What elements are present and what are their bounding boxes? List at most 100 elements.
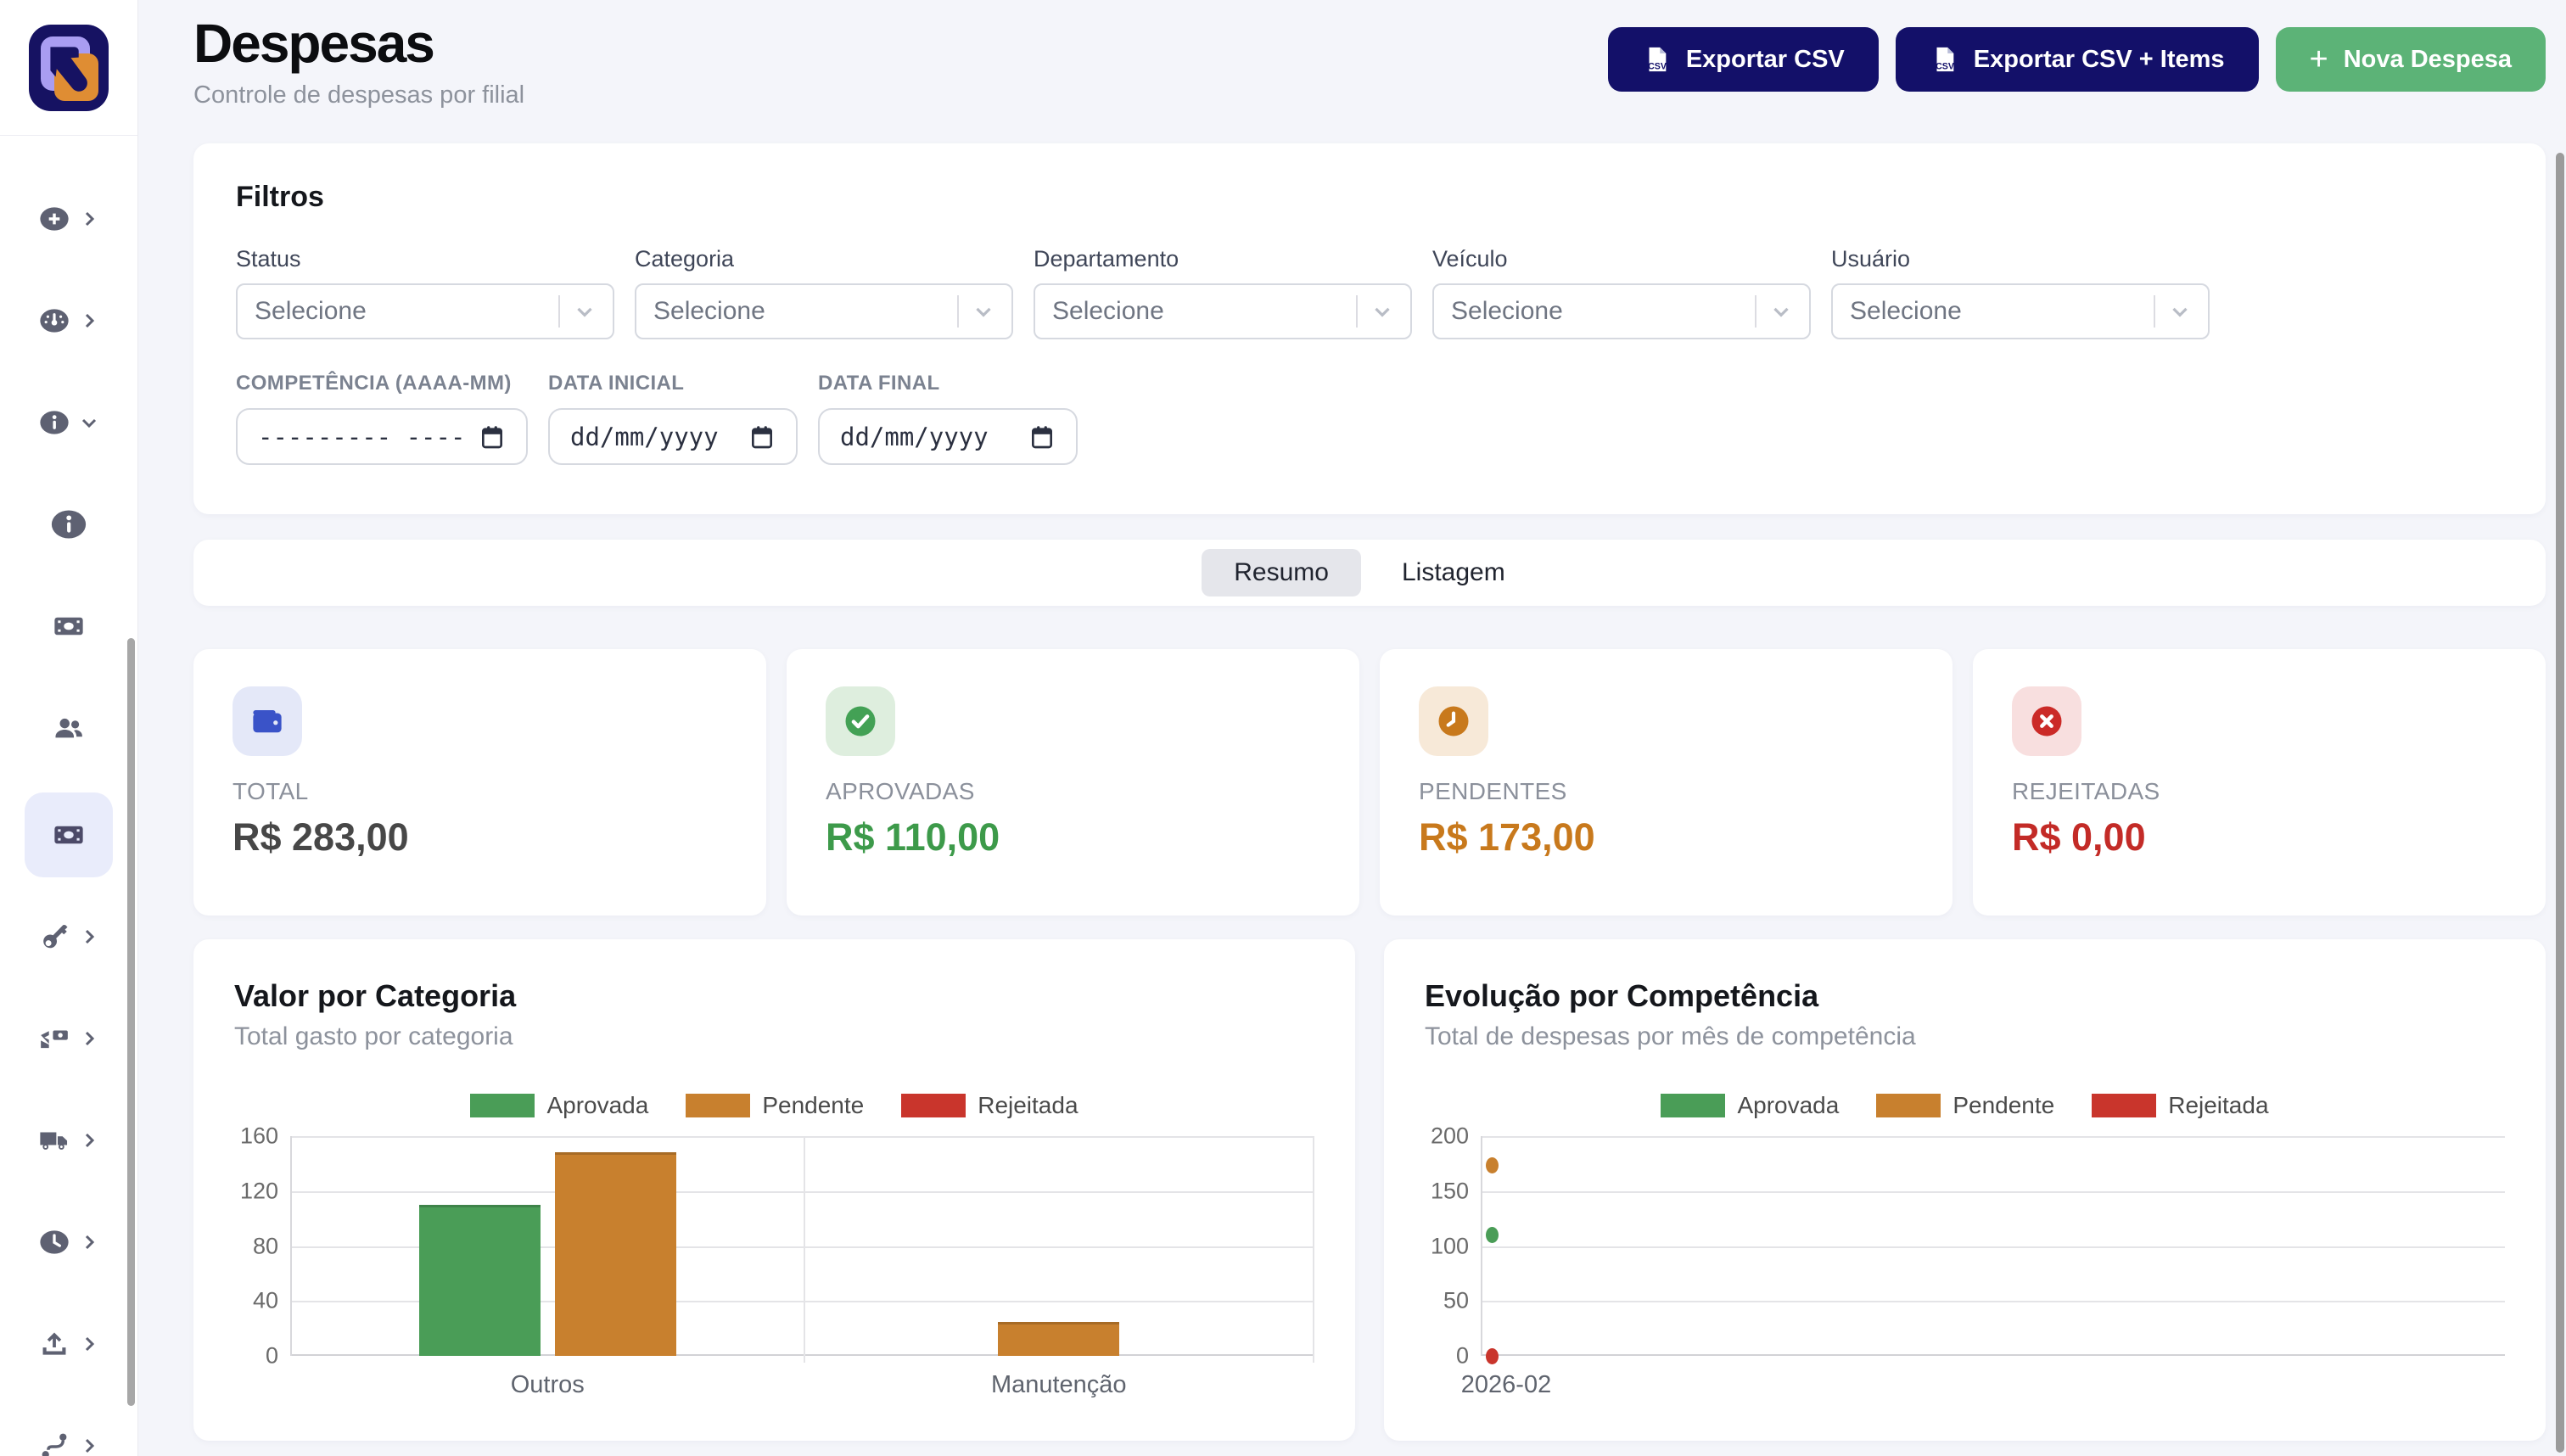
chevron-right-icon	[79, 927, 99, 947]
new-expense-button[interactable]: + Nova Despesa	[2276, 27, 2546, 92]
logo-wrap	[0, 0, 137, 136]
export-csv-button[interactable]: CSV Exportar CSV	[1608, 27, 1879, 92]
filter-categoria: Categoria Selecione	[635, 246, 1013, 339]
stat-card-total: TOTAL R$ 283,00	[193, 649, 766, 916]
chevron-down-icon	[572, 299, 597, 324]
stat-value: R$ 0,00	[2012, 815, 2507, 860]
sidebar-item-users[interactable]	[22, 691, 115, 765]
bar-group-manutencao	[804, 1136, 1315, 1356]
chevron-down-icon	[1370, 299, 1395, 324]
sidebar-item-upload[interactable]	[22, 1307, 115, 1381]
chevron-right-icon	[79, 1130, 99, 1151]
charts-row: Valor por Categoria Total gasto por cate…	[193, 939, 2546, 1441]
chevron-right-icon	[79, 1436, 99, 1456]
sidebar-item-expenses-active[interactable]	[25, 792, 113, 877]
status-select[interactable]: Selecione	[236, 283, 614, 339]
sidebar-item-info[interactable]	[22, 487, 115, 562]
legend-item[interactable]: Rejeitada	[901, 1092, 1078, 1119]
chevron-down-icon	[2167, 299, 2193, 324]
legend-item[interactable]: Aprovada	[470, 1092, 648, 1119]
sidebar-scrollbar[interactable]	[127, 638, 135, 1406]
export-csv-items-button[interactable]: CSV Exportar CSV + Items	[1896, 27, 2259, 92]
circle-info-icon	[38, 406, 70, 439]
x-axis-labels: Outros Manutenção	[292, 1371, 1314, 1399]
tab-resumo[interactable]: Resumo	[1202, 549, 1361, 596]
sidebar-item-clock[interactable]	[22, 1205, 115, 1280]
sidebar-item-money-send[interactable]	[22, 1001, 115, 1076]
data-final-label: DATA FINAL	[818, 372, 1078, 395]
chevron-right-icon	[79, 1334, 99, 1354]
competencia-input[interactable]: --------- ----	[236, 408, 528, 465]
legend-label: Aprovada	[546, 1092, 648, 1119]
data-point-aprovada	[1486, 1227, 1499, 1243]
bar-plot-area	[290, 1136, 1314, 1356]
filter-departamento-label: Departamento	[1034, 246, 1412, 272]
y-tick: 50	[1443, 1288, 1469, 1314]
file-csv-icon: CSV	[1930, 45, 1958, 74]
veiculo-select-value: Selecione	[1451, 297, 1563, 326]
competencia-value: --------- ----	[258, 423, 465, 451]
sidebar-item-gauge[interactable]	[22, 283, 115, 358]
chart-subtitle: Total gasto por categoria	[234, 1022, 1314, 1051]
sidebar	[0, 0, 138, 1456]
sidebar-item-route[interactable]	[22, 1408, 115, 1456]
header-actions: CSV Exportar CSV CSV Exportar CSV + Item…	[1608, 27, 2546, 92]
scatter-plot-area	[1481, 1136, 2505, 1356]
data-point-pendente	[1486, 1157, 1499, 1173]
data-final-input[interactable]: dd/mm/yyyy	[818, 408, 1078, 465]
page-scrollbar[interactable]	[2556, 153, 2564, 1453]
sidebar-item-truck[interactable]	[22, 1103, 115, 1178]
stat-card-rejeitadas: REJEITADAS R$ 0,00	[1973, 649, 2546, 916]
sidebar-item-circle-plus[interactable]	[22, 182, 115, 256]
departamento-select[interactable]: Selecione	[1034, 283, 1412, 339]
key-icon	[38, 921, 70, 953]
gauge-icon	[38, 305, 70, 337]
x-label-outros: Outros	[292, 1371, 804, 1399]
sidebar-item-key[interactable]	[22, 899, 115, 974]
stat-value: R$ 110,00	[826, 815, 1320, 860]
usuario-select[interactable]: Selecione	[1831, 283, 2210, 339]
bar-group-outros	[292, 1136, 804, 1356]
filter-departamento: Departamento Selecione	[1034, 246, 1412, 339]
sidebar-item-banknote[interactable]	[22, 589, 115, 664]
filters-card: Filtros Status Selecione Categoria Selec…	[193, 143, 2546, 514]
page-subtitle: Controle de despesas por filial	[193, 81, 524, 109]
legend-item[interactable]: Pendente	[1876, 1092, 2054, 1119]
filter-data-inicial: DATA INICIAL dd/mm/yyyy	[548, 372, 798, 465]
calendar-icon[interactable]	[479, 423, 506, 451]
stat-value: R$ 173,00	[1419, 815, 1913, 860]
clock-icon	[1419, 686, 1488, 756]
status-select-value: Selecione	[255, 297, 367, 326]
data-inicial-value: dd/mm/yyyy	[570, 423, 719, 451]
check-circle-icon	[826, 686, 895, 756]
y-axis-ticks: 160 120 80 40 0	[234, 1136, 290, 1356]
x-label-manutencao: Manutenção	[804, 1371, 1315, 1399]
chart-legend: Aprovada Pendente Rejeitada	[1425, 1092, 2505, 1119]
page-title: Despesas	[193, 12, 524, 75]
file-csv-icon: CSV	[1642, 45, 1671, 74]
bar-pendente-outros	[555, 1152, 676, 1356]
legend-label: Aprovada	[1737, 1092, 1839, 1119]
sidebar-item-info-group[interactable]	[22, 385, 115, 460]
legend-item[interactable]: Rejeitada	[2092, 1092, 2268, 1119]
legend-item[interactable]: Pendente	[686, 1092, 864, 1119]
legend-label: Rejeitada	[978, 1092, 1078, 1119]
chevron-right-icon	[79, 311, 99, 331]
legend-item[interactable]: Aprovada	[1661, 1092, 1839, 1119]
sidebar-nav	[0, 136, 137, 1456]
svg-text:CSV: CSV	[1648, 61, 1667, 71]
category-chart-card: Valor por Categoria Total gasto por cate…	[193, 939, 1355, 1441]
scatter-chart: 200 150 100 50 0	[1425, 1136, 2505, 1356]
data-inicial-input[interactable]: dd/mm/yyyy	[548, 408, 798, 465]
legend-label: Pendente	[1953, 1092, 2054, 1119]
tab-listagem[interactable]: Listagem	[1370, 549, 1538, 596]
app-logo[interactable]	[29, 25, 109, 111]
chevron-down-icon	[1768, 299, 1794, 324]
calendar-icon[interactable]	[748, 423, 776, 451]
y-tick: 120	[240, 1178, 278, 1204]
calendar-icon[interactable]	[1028, 423, 1056, 451]
data-point-rejeitada	[1486, 1348, 1499, 1364]
categoria-select[interactable]: Selecione	[635, 283, 1013, 339]
data-inicial-label: DATA INICIAL	[548, 372, 798, 395]
veiculo-select[interactable]: Selecione	[1432, 283, 1811, 339]
